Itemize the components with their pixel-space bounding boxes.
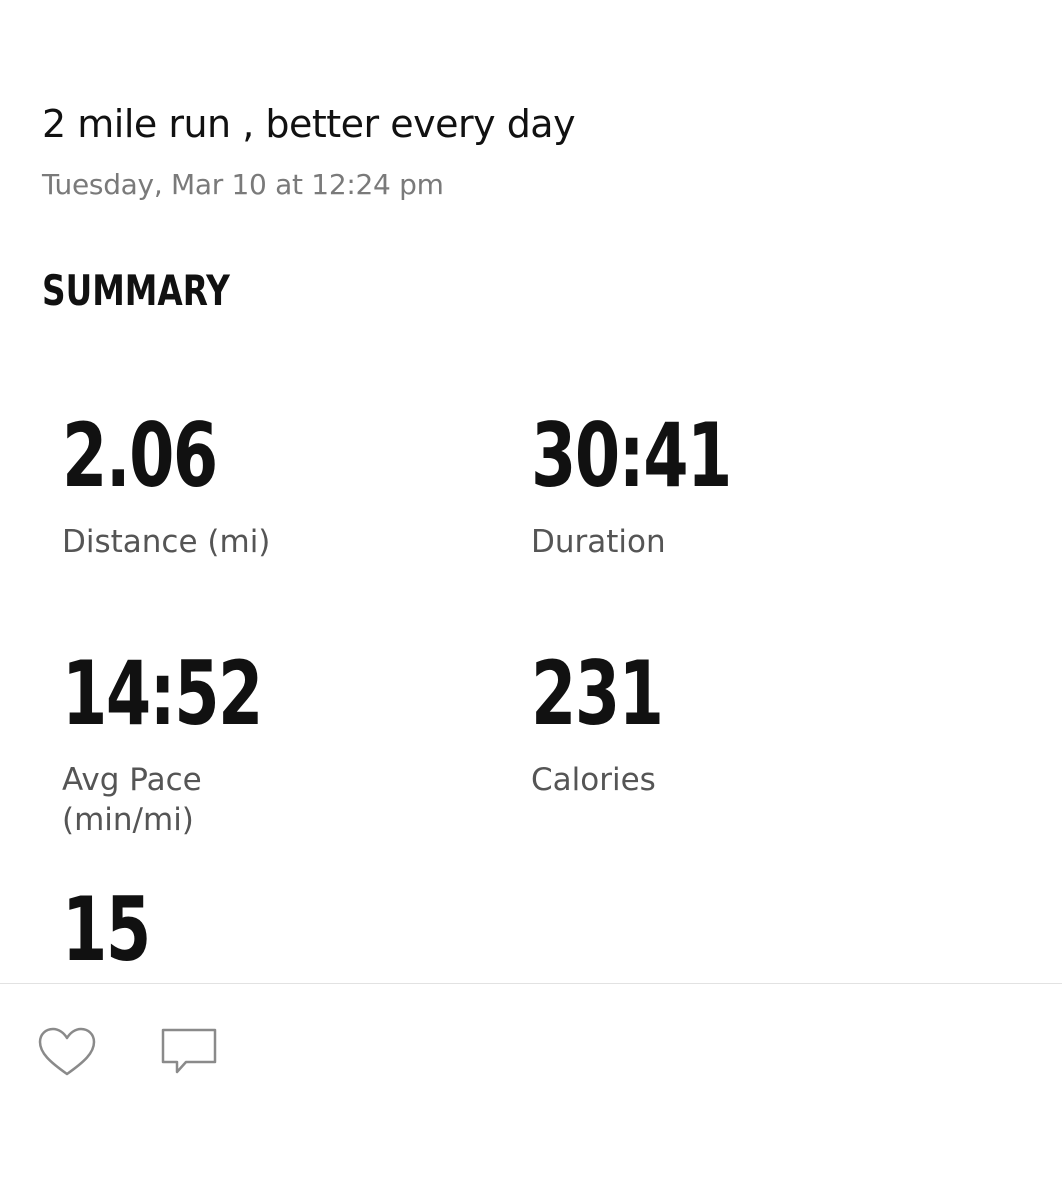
stat-value: 2.06 <box>62 404 218 507</box>
stat-value: 15 <box>62 878 151 981</box>
stat-distance: 2.06 Distance (mi) <box>62 408 482 562</box>
comment-button[interactable] <box>158 1024 220 1080</box>
stat-extra: 15 <box>62 882 482 978</box>
stat-label: Duration <box>531 524 666 560</box>
stat-value: 30:41 <box>531 404 732 507</box>
like-button[interactable] <box>36 1024 98 1080</box>
stat-value: 231 <box>531 642 664 745</box>
activity-title: 2 mile run , better every day <box>42 102 576 146</box>
stat-duration: 30:41 Duration <box>531 408 951 562</box>
stat-label: Avg Pace (min/mi) <box>62 762 202 838</box>
stat-avg-pace: 14:52 Avg Pace (min/mi) <box>62 646 482 840</box>
stat-value: 14:52 <box>62 642 263 745</box>
stat-label: Calories <box>531 762 656 798</box>
heart-icon <box>38 1027 96 1076</box>
summary-heading: SUMMARY <box>42 266 230 315</box>
action-bar <box>0 984 1062 1199</box>
comment-icon <box>161 1028 217 1074</box>
activity-date: Tuesday, Mar 10 at 12:24 pm <box>42 168 444 201</box>
stat-calories: 231 Calories <box>531 646 951 800</box>
stat-label: Distance (mi) <box>62 524 271 560</box>
